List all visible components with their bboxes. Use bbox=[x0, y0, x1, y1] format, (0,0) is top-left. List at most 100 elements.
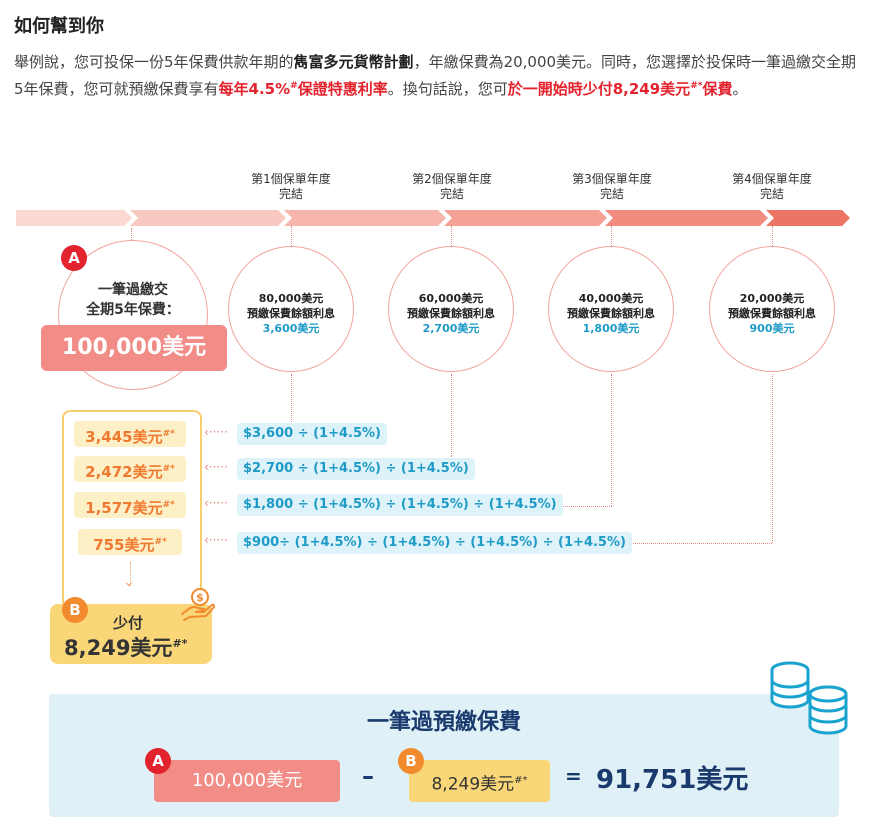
svg-text:$: $ bbox=[196, 591, 204, 604]
balance-amount: 40,000美元 bbox=[578, 292, 644, 305]
summary-saving: 8,249美元#* bbox=[409, 760, 550, 802]
discount-mark: #* bbox=[162, 429, 175, 439]
discount-mark: #* bbox=[162, 464, 175, 474]
interest-amount: 3,600美元 bbox=[262, 322, 320, 335]
rate-highlight: 每年4.5%#保證特惠利率 bbox=[219, 80, 388, 98]
connector-2-top bbox=[451, 226, 452, 246]
timeline-arrow bbox=[16, 210, 850, 226]
connector-3-bottom bbox=[611, 374, 612, 506]
year-label-3: 第3個保單年度 完結 bbox=[547, 172, 677, 202]
summary-total: 91,751美元 bbox=[596, 765, 749, 795]
calc-formula-4: $900÷ (1+4.5%) ÷ (1+4.5%) ÷ (1+4.5%) ÷ (… bbox=[237, 532, 632, 554]
saving-mark: #* bbox=[690, 81, 703, 91]
connector-3-top bbox=[611, 226, 612, 246]
saving-highlight: 於一開始時少付8,249美元#*保費 bbox=[508, 80, 733, 98]
discount-value: 1,577美元 bbox=[85, 499, 163, 517]
year-label-3-line2: 完結 bbox=[599, 187, 624, 201]
summary-badge-b: B bbox=[398, 748, 424, 774]
discount-value: 2,472美元 bbox=[85, 463, 163, 481]
discount-amount-1: 3,445美元#* bbox=[74, 421, 186, 447]
equals-sign: = bbox=[565, 764, 582, 788]
rate-value: 每年4.5% bbox=[218, 80, 291, 98]
lump-sum-label-line1: 一筆過繳交 bbox=[98, 282, 168, 298]
connector-4-top bbox=[772, 226, 773, 246]
interest-amount: 900美元 bbox=[749, 322, 795, 335]
saving-amount-value: 8,249美元 bbox=[64, 636, 173, 660]
hand-coin-icon: $ bbox=[181, 588, 216, 621]
connector-2-end bbox=[451, 456, 452, 457]
discount-value: 755美元 bbox=[93, 536, 155, 554]
year-label-4-line1: 第4個保單年度 bbox=[732, 172, 812, 186]
year-label-2-line1: 第2個保單年度 bbox=[412, 172, 492, 186]
discount-mark: #* bbox=[154, 537, 167, 547]
discount-amount-3: 1,577美元#* bbox=[74, 492, 186, 518]
timeline-segment-2 bbox=[284, 210, 446, 226]
year-label-2: 第2個保單年度 完結 bbox=[387, 172, 517, 202]
plan-name: 雋富多元貨幣計劃 bbox=[293, 53, 414, 71]
rate-rest: 保證特惠利率 bbox=[297, 80, 388, 98]
timeline-segment-3 bbox=[444, 210, 607, 226]
arrow-left-icon: ‹····· bbox=[204, 496, 228, 510]
year-label-1-line2: 完結 bbox=[278, 187, 303, 201]
connector-1-top bbox=[291, 226, 292, 246]
year-label-4: 第4個保單年度 完結 bbox=[707, 172, 837, 202]
timeline-segment-5 bbox=[766, 210, 850, 226]
summary-badge-a: A bbox=[145, 748, 171, 774]
intro-text-1: 舉例說，您可投保一份5年保費供款年期的 bbox=[14, 53, 294, 71]
interest-label: 預繳保費餘額利息 bbox=[567, 307, 655, 320]
balance-amount: 20,000美元 bbox=[739, 292, 805, 305]
interest-circle-2: 60,000美元 預繳保費餘額利息 2,700美元 bbox=[388, 246, 514, 372]
intro-text-4: 。 bbox=[732, 80, 748, 98]
summary-lump-sum: 100,000美元 bbox=[154, 760, 340, 802]
connector-1-bottom bbox=[291, 374, 292, 422]
connector-2-bottom bbox=[451, 374, 452, 456]
connector-4-bottom bbox=[772, 374, 773, 543]
discount-value: 3,445美元 bbox=[85, 428, 163, 446]
arrow-left-icon: ‹····· bbox=[204, 425, 228, 439]
interest-circle-3: 40,000美元 預繳保費餘額利息 1,800美元 bbox=[548, 246, 674, 372]
calc-formula-1: $3,600 ÷ (1+4.5%) bbox=[237, 423, 387, 445]
saving-rest: 保費 bbox=[702, 80, 733, 98]
lump-sum-label: 一筆過繳交全期5年保費： bbox=[70, 280, 196, 320]
year-label-2-line2: 完結 bbox=[439, 187, 464, 201]
year-label-3-line1: 第3個保單年度 bbox=[572, 172, 652, 186]
saving-amount: 8,249美元#* bbox=[64, 632, 187, 662]
discount-mark: #* bbox=[162, 500, 175, 510]
saving-amount-mark: #* bbox=[172, 637, 188, 650]
timeline-segment-0 bbox=[16, 210, 132, 226]
summary-saving-mark: #* bbox=[514, 775, 528, 786]
interest-label: 預繳保費餘額利息 bbox=[247, 307, 335, 320]
coin-stack-icon bbox=[770, 661, 848, 735]
year-label-1: 第1個保單年度 完結 bbox=[226, 172, 356, 202]
minus-sign: – bbox=[362, 762, 374, 790]
interest-circle-4: 20,000美元 預繳保費餘額利息 900美元 bbox=[709, 246, 835, 372]
year-label-4-line2: 完結 bbox=[759, 187, 784, 201]
lump-sum-label-line2: 全期5年保費： bbox=[86, 302, 180, 318]
arrow-down-icon: ⌄ bbox=[123, 574, 135, 590]
balance-amount: 80,000美元 bbox=[258, 292, 324, 305]
badge-a: A bbox=[61, 245, 87, 271]
interest-amount: 1,800美元 bbox=[582, 322, 640, 335]
interest-label: 預繳保費餘額利息 bbox=[407, 307, 495, 320]
saving-value: 於一開始時少付8,249美元 bbox=[507, 80, 691, 98]
calc-formula-3: $1,800 ÷ (1+4.5%) ÷ (1+4.5%) ÷ (1+4.5%) bbox=[237, 494, 563, 516]
page-title: 如何幫到你 bbox=[14, 16, 104, 37]
arrow-left-icon: ‹····· bbox=[204, 533, 228, 547]
balance-amount: 60,000美元 bbox=[418, 292, 484, 305]
discount-amount-2: 2,472美元#* bbox=[74, 456, 186, 482]
timeline-segment-1 bbox=[130, 210, 286, 226]
calc-formula-2: $2,700 ÷ (1+4.5%) ÷ (1+4.5%) bbox=[237, 458, 475, 480]
summary-saving-value: 8,249美元 bbox=[431, 774, 515, 795]
discount-amount-4: 755美元#* bbox=[78, 529, 182, 555]
intro-text-3: 。換句話說，您可 bbox=[387, 80, 508, 98]
intro-paragraph: 舉例說，您可投保一份5年保費供款年期的雋富多元貨幣計劃，年繳保費為20,000美… bbox=[14, 50, 864, 101]
year-label-1-line1: 第1個保單年度 bbox=[251, 172, 331, 186]
badge-b: B bbox=[62, 597, 88, 623]
rate-mark: # bbox=[290, 81, 298, 91]
interest-circle-1: 80,000美元 預繳保費餘額利息 3,600美元 bbox=[228, 246, 354, 372]
arrow-left-icon: ‹····· bbox=[204, 460, 228, 474]
saving-label: 少付 bbox=[113, 614, 144, 632]
summary-title: 一筆過預繳保費 bbox=[366, 710, 521, 735]
interest-label: 預繳保費餘額利息 bbox=[728, 307, 816, 320]
timeline-segment-4 bbox=[605, 210, 768, 226]
